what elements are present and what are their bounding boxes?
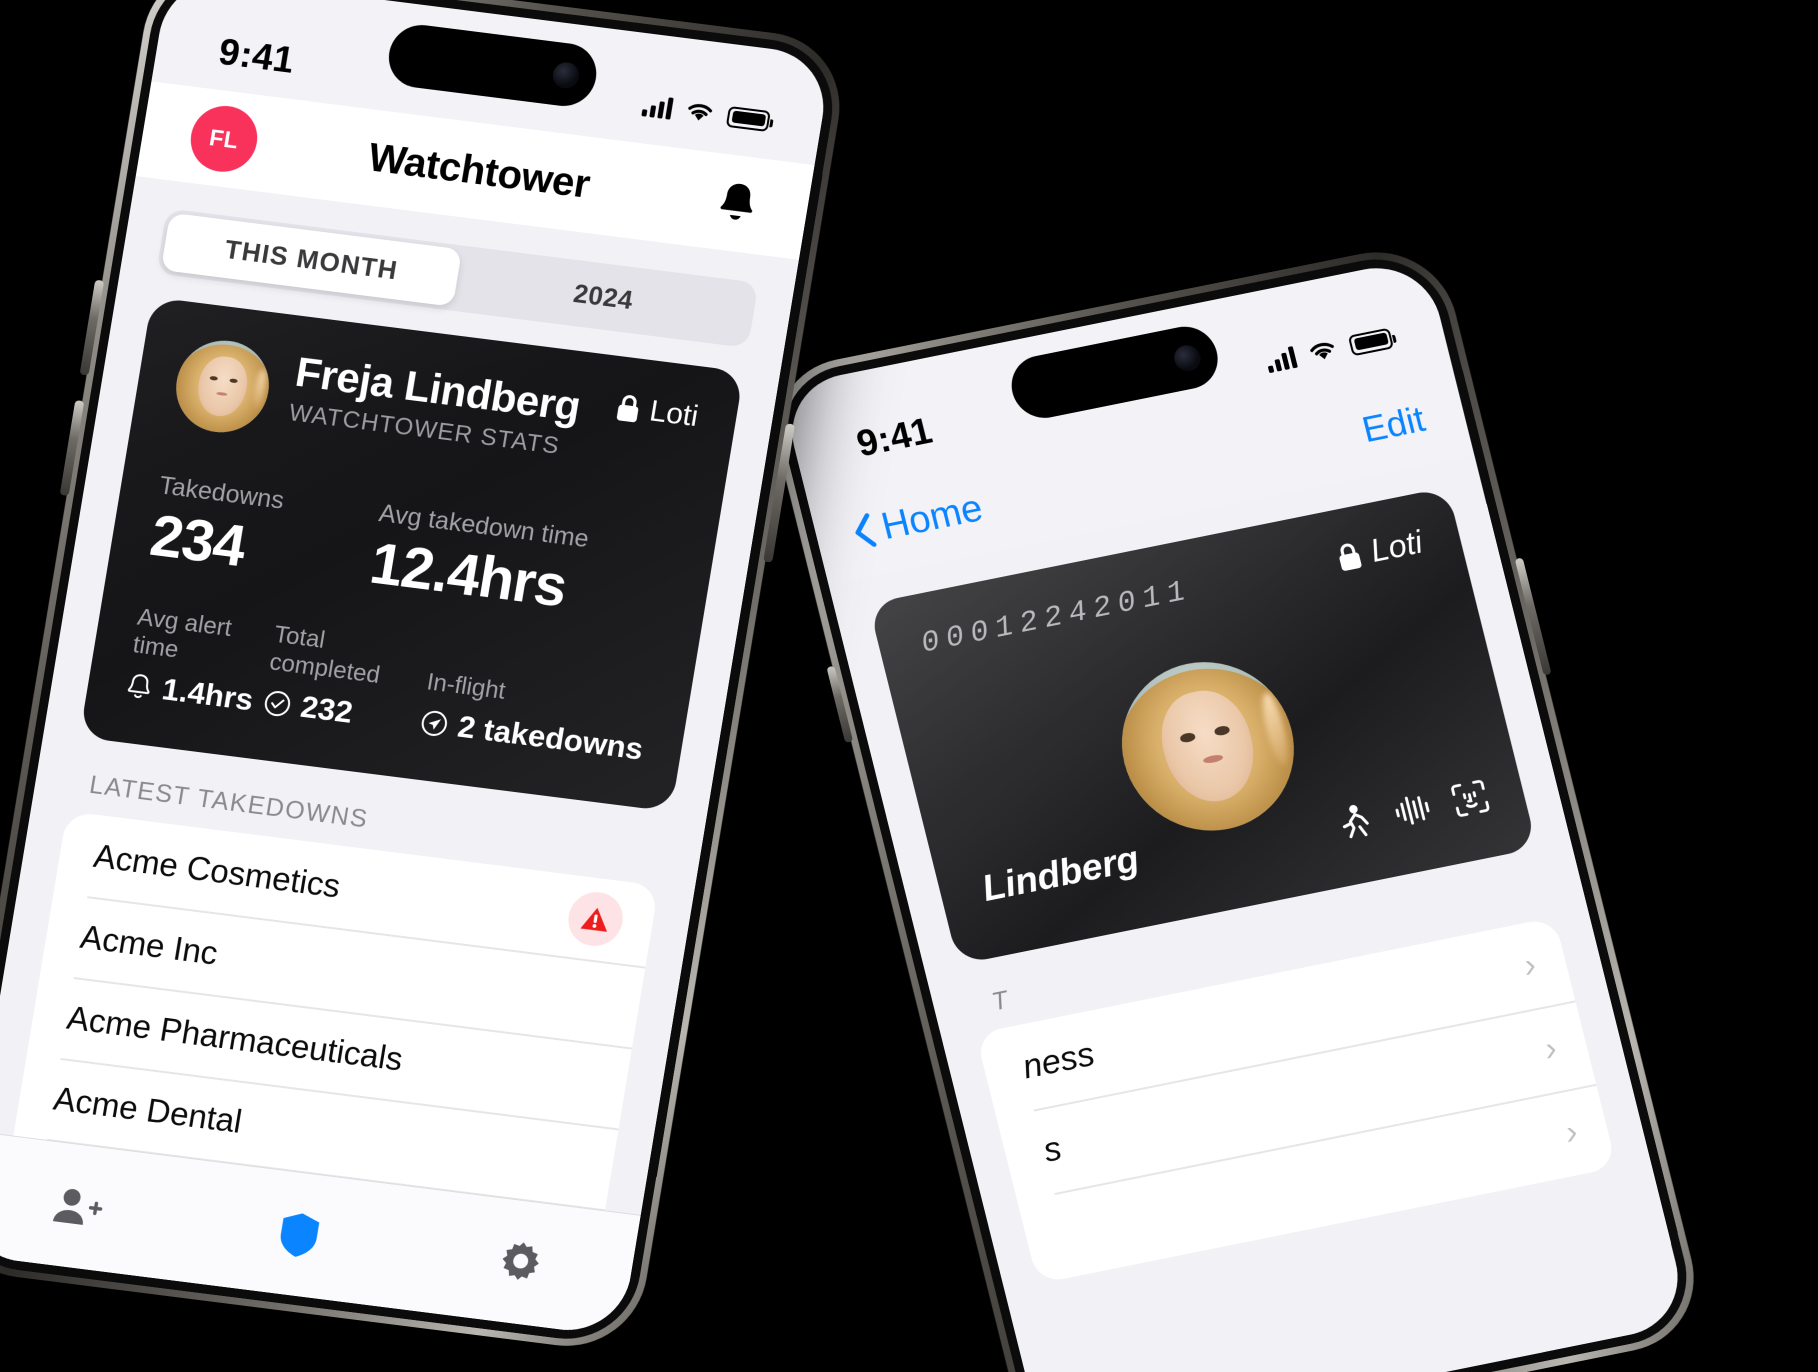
- status-time-right: 9:41: [852, 409, 937, 465]
- stat-value-row: 1.4hrs: [124, 667, 267, 720]
- phone-right-screen: 9:41 Home Edit 00012242011 Loti Lindberg…: [779, 257, 1691, 1372]
- id-card[interactable]: 00012242011 Loti Lindberg: [868, 487, 1538, 965]
- avatar[interactable]: FL: [185, 102, 263, 176]
- list-item-label: ness: [1018, 1034, 1099, 1086]
- cellular-bars-icon: [641, 94, 674, 120]
- stat-total-completed: Total completed 232: [260, 621, 433, 740]
- phone-left: 9:41 FL Watchtower THIS MONTH 2024 Loti …: [0, 0, 852, 1355]
- status-icons-right: [1264, 327, 1394, 374]
- tab-people[interactable]: [0, 1172, 192, 1241]
- stat-avg-alert-time: Avg alert time 1.4hrs: [124, 604, 277, 720]
- check-circle-icon: [264, 691, 290, 717]
- bell-icon: [127, 674, 150, 699]
- walking-person-icon[interactable]: [1333, 801, 1375, 843]
- gear-icon: [502, 1241, 539, 1280]
- takedown-name: Acme Outdoor: [11, 1322, 228, 1337]
- primary-stats: Takedowns 234 Avg takedown time 12.4hrs: [146, 471, 678, 633]
- card-identity: Freja Lindberg WATCHTOWER STATS: [287, 348, 584, 463]
- chevron-right-icon: ›: [1519, 945, 1540, 985]
- stat-label: Total completed: [267, 620, 382, 690]
- chevron-right-icon: ›: [1561, 1112, 1582, 1152]
- back-to-home-button[interactable]: Home: [848, 487, 987, 555]
- chevron-right-icon: ›: [1540, 1029, 1561, 1069]
- avatar-photo: [169, 335, 276, 438]
- chevron-left-icon: [855, 513, 877, 547]
- avatar-face: [169, 335, 276, 438]
- stat-in-flight: In-flight 2 takedowns: [417, 668, 651, 767]
- segment-2024[interactable]: 2024: [453, 250, 754, 344]
- tab-watchtower[interactable]: [185, 1197, 414, 1272]
- page-title: Watchtower: [365, 134, 594, 207]
- stat-value: 232: [298, 688, 356, 730]
- shield-icon: [280, 1212, 320, 1257]
- dynamic-island-left: [384, 21, 601, 110]
- tab-settings[interactable]: [406, 1225, 635, 1300]
- paper-plane-circle-icon: [421, 710, 447, 736]
- wifi-icon: [1310, 342, 1334, 360]
- back-label: Home: [877, 486, 987, 548]
- takedown-name: Acme Dental: [51, 1079, 245, 1140]
- face-id-icon[interactable]: [1449, 779, 1491, 819]
- front-camera-icon: [551, 60, 582, 90]
- card-brand-label: Loti: [647, 394, 701, 434]
- list-item-label: s: [1039, 1129, 1066, 1170]
- bell-icon: [720, 183, 753, 220]
- stat-value: 1.4hrs: [159, 671, 256, 718]
- battery-icon: [1347, 327, 1394, 356]
- secondary-stats: Avg alert time 1.4hrs Total completed 23…: [124, 604, 657, 768]
- cellular-bars-icon: [1264, 346, 1298, 374]
- dynamic-island-right: [1004, 321, 1225, 424]
- notifications-button[interactable]: [698, 176, 763, 231]
- edit-button[interactable]: Edit: [1358, 398, 1429, 451]
- voice-waveform-icon[interactable]: [1391, 791, 1434, 829]
- warning-triangle-icon: [580, 907, 608, 932]
- stat-label: Avg alert time: [130, 603, 234, 664]
- person-badge-icon: [53, 1188, 103, 1225]
- lock-icon: [616, 395, 638, 423]
- status-badge[interactable]: [564, 889, 627, 950]
- watchtower-stats-card: Loti Freja Lindberg WATCHTOWER STATS Tak…: [79, 296, 744, 812]
- stat-avg-takedown-time: Avg takedown time 12.4hrs: [366, 499, 679, 633]
- stat-takedowns: Takedowns 234: [146, 471, 382, 595]
- segment-this-month[interactable]: THIS MONTH: [160, 212, 463, 307]
- front-camera-icon: [1171, 342, 1204, 373]
- status-icons-left: [641, 94, 771, 132]
- phone-right: 9:41 Home Edit 00012242011 Loti Lindberg…: [759, 238, 1711, 1372]
- status-time-left: 9:41: [215, 30, 298, 81]
- screenshot-stage: 9:41 Home Edit 00012242011 Loti Lindberg…: [0, 0, 1818, 1372]
- content-right: 00012242011 Loti Lindberg T ness › s › ›: [828, 455, 1691, 1372]
- takedown-name: Acme Inc: [77, 917, 221, 972]
- takedown-name: Acme Cosmetics: [91, 836, 344, 905]
- wifi-icon: [688, 104, 713, 121]
- battery-icon: [725, 105, 771, 132]
